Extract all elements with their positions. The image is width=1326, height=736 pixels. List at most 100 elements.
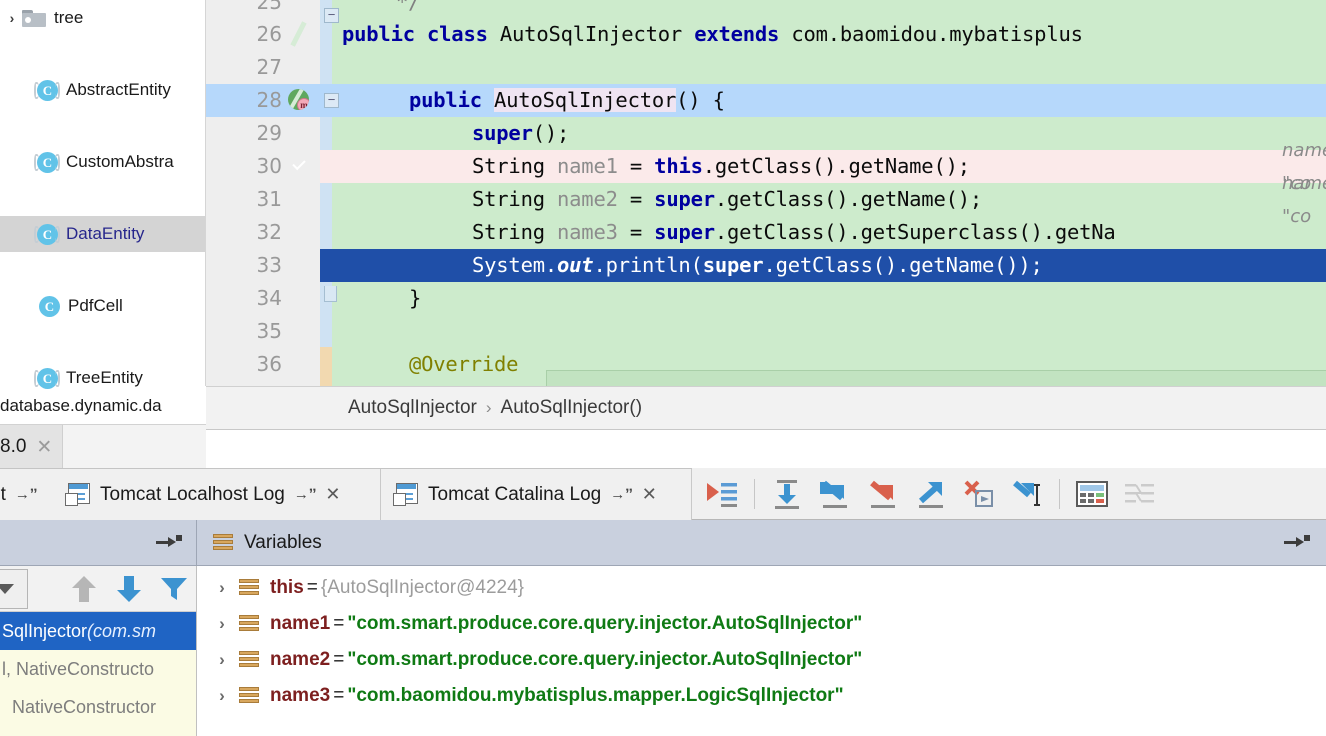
editor-line-ctor[interactable]: 28 m − public AutoSqlInjector() { [206,84,1326,117]
step-into-icon [820,480,847,508]
breadcrumb-class[interactable]: AutoSqlInjector [348,397,477,419]
force-step-into-button[interactable] [861,472,905,516]
code-text: System.out.println(super.getClass().getN… [472,249,1043,282]
tree-item-label: tree [54,8,84,27]
step-over-button[interactable] [765,472,809,516]
breadcrumb[interactable]: AutoSqlInjector › AutoSqlInjector() [206,386,1326,430]
tab-tomcat-catalina-log[interactable]: Tomcat Catalina Log →ˮ ✕ [381,469,692,520]
tree-item-label: CustomAbstra [66,152,174,171]
editor-line[interactable]: 32 String name3 = super.getClass().getSu… [206,216,1326,249]
breadcrumb-separator-icon: › [485,398,492,417]
close-icon[interactable]: ✕ [642,484,657,505]
editor-tab[interactable]: 8.0 ✕ [0,425,64,469]
editor-line[interactable]: 27 [206,51,1326,84]
keyword-super: super [654,187,715,211]
editor-line[interactable]: 25 */ − [206,0,1326,23]
filter-button[interactable] [151,567,196,611]
frame-row-selected[interactable]: SqlInjector (com.sm [0,612,196,650]
step-into-button[interactable] [813,472,857,516]
editor-tab-strip[interactable]: 8.0 ✕ [0,424,206,469]
close-icon[interactable]: ✕ [325,484,340,505]
threads-view-button[interactable] [1118,472,1162,516]
variable-row-name3[interactable]: › name3 = "com.baomidou.mybatisplus.mapp… [197,678,1326,714]
keyword-super: super [472,121,533,145]
frame-row[interactable]: NativeConstructor [0,688,196,726]
expand-chevron-icon[interactable]: › [205,578,239,598]
evaluate-expression-button[interactable] [1070,472,1114,516]
arrow-down-icon [116,575,141,602]
tree-package-path-label: database.dynamic.da [0,396,162,415]
line-number: 26 [256,22,282,46]
tab-detach-icon[interactable]: →ˮ [610,486,633,503]
code-editor[interactable]: 25 */ − 26 public class AutoSqlInjector … [206,0,1326,386]
keyword-public: public [409,88,482,112]
fold-end-icon[interactable] [324,286,337,302]
spring-bean-icon[interactable] [288,23,311,46]
thread-selector-combo[interactable] [0,568,28,609]
project-tree-panel[interactable]: › tree C AbstractEntity C CustomAbstra C… [0,0,206,424]
editor-line[interactable]: 31 String name2 = super.getClass().getNa… [206,173,1326,227]
variable-value: "com.smart.produce.core.query.injector.A… [347,649,863,670]
frames-panel-header [0,520,196,566]
variable-equals: = [333,649,345,670]
editor-line[interactable]: 35 [206,315,1326,348]
tab-detach-icon[interactable]: →ˮ [294,486,317,503]
override-method-icon[interactable] [288,155,311,178]
step-out-button[interactable] [909,472,953,516]
editor-line[interactable]: 30 String name1 = this.getClass().getNam… [206,140,1326,194]
variables-list[interactable]: › this = {AutoSqlInjector@4224} › name1 … [196,566,1326,736]
breadcrumb-method[interactable]: AutoSqlInjector() [501,397,643,419]
fold-collapse-icon[interactable]: − [324,93,339,108]
drop-frame-button[interactable] [957,472,1001,516]
spring-bean-method-icon[interactable]: m [288,89,311,112]
tab-label: Tomcat Catalina Log [428,483,602,505]
type-String: String [472,154,545,178]
expand-chevron-icon[interactable]: › [205,686,239,706]
down-stack-button[interactable] [106,567,151,611]
debugger-step-toolbar[interactable] [692,468,1326,519]
tree-item[interactable]: C TreeEntity [0,360,206,396]
keyword-super: super [654,220,715,244]
tree-item[interactable]: C AbstractEntity [0,72,206,108]
tree-item[interactable]: C CustomAbstra [0,144,206,180]
frame-package-label: (com.sm [87,620,157,641]
tab-tomcat-localhost-log[interactable]: Tomcat Localhost Log →ˮ ✕ [53,469,381,520]
code-text: public class AutoSqlInjector extends com… [342,18,1083,51]
editor-line[interactable]: 34 } [206,282,1326,315]
editor-line-current-execution[interactable]: 33 System.out.println(super.getClass().g… [206,249,1326,282]
show-execution-point-button[interactable] [700,472,744,516]
expand-chevron-icon[interactable]: › [205,614,239,634]
hide-panel-icon[interactable] [1284,533,1310,553]
call-rest: .getClass().getSuperclass().getNa [714,220,1116,244]
frame-method-label: NativeConstructor [12,696,157,717]
tree-item[interactable]: C PdfCell [0,288,206,324]
frames-list[interactable]: SqlInjector (com.sm l, NativeConstructo … [0,612,196,736]
tab-detach-icon[interactable]: →ˮ [15,486,38,503]
chevron-right-icon[interactable]: › [2,10,22,26]
field-out: out [557,253,594,277]
line-number: 33 [256,253,282,277]
expand-chevron-icon[interactable]: › [205,650,239,670]
variable-row-this[interactable]: › this = {AutoSqlInjector@4224} [197,570,1326,606]
line-number: 29 [256,121,282,145]
var-name1: name1 [557,154,618,178]
frames-toolbar[interactable] [0,566,196,612]
var-name2: name2 [557,187,618,211]
editor-line[interactable]: 26 public class AutoSqlInjector extends … [206,18,1326,51]
variables-icon [213,533,233,552]
tree-item-data-entity[interactable]: C DataEntity [0,216,206,252]
editor-tab-label: 8.0 [0,436,27,457]
variable-row-name2[interactable]: › name2 = "com.smart.produce.core.query.… [197,642,1326,678]
hide-panel-icon[interactable] [156,533,182,553]
run-to-cursor-button[interactable] [1005,472,1049,516]
folder-icon [22,9,46,27]
tree-item-label: TreeEntity [66,368,143,387]
frame-row[interactable]: l, NativeConstructo [0,650,196,688]
close-icon[interactable]: ✕ [36,436,52,459]
tree-item[interactable]: › tree [0,0,206,36]
up-stack-button[interactable] [61,567,106,611]
variable-row-name1[interactable]: › name1 = "com.smart.produce.core.query.… [197,606,1326,642]
thread-selector-button[interactable] [0,567,45,611]
call-rest: (); [532,121,570,145]
editor-line[interactable]: 29 super(); [206,117,1326,150]
